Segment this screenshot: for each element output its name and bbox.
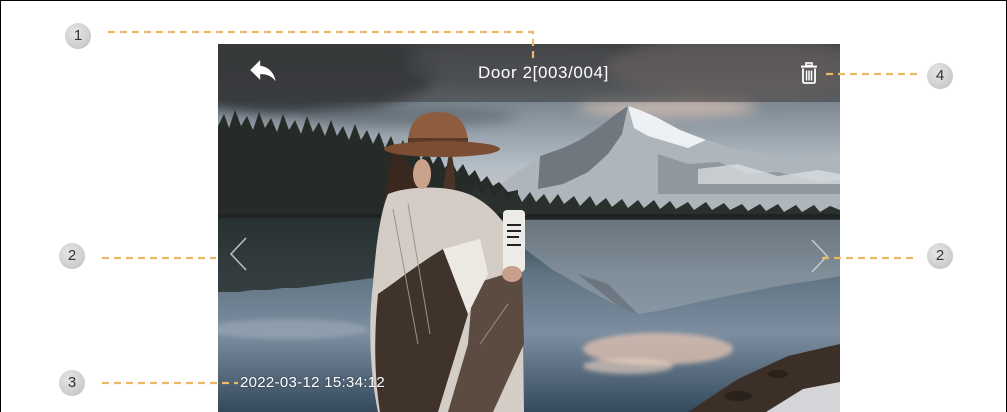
- delete-button[interactable]: [800, 62, 818, 84]
- previous-button[interactable]: [226, 234, 252, 274]
- callout-badge-3: 3: [59, 370, 85, 396]
- top-bar: Door 2[003/004]: [218, 44, 840, 102]
- next-button[interactable]: [806, 236, 832, 276]
- chevron-right-icon: [811, 239, 829, 273]
- callout-badge-1: 1: [65, 23, 91, 49]
- capture-timestamp: 2022-03-12 15:34:12: [240, 374, 385, 391]
- playback-screen: Door 2[003/004] 2022-03-12 15:34:12: [218, 44, 840, 412]
- manual-figure: Door 2[003/004] 2022-03-12 15:34:12 1 2 …: [0, 0, 1007, 412]
- callout-badge-4: 4: [927, 63, 953, 89]
- back-arrow-icon: [250, 60, 276, 82]
- bottle: [503, 210, 525, 272]
- callout-badge-2-left: 2: [59, 243, 85, 269]
- back-button[interactable]: [246, 53, 280, 87]
- screen-title: Door 2[003/004]: [478, 63, 609, 82]
- trash-icon: [801, 62, 817, 84]
- callout-badge-2-right: 2: [927, 243, 953, 269]
- chevron-left-icon: [229, 237, 247, 271]
